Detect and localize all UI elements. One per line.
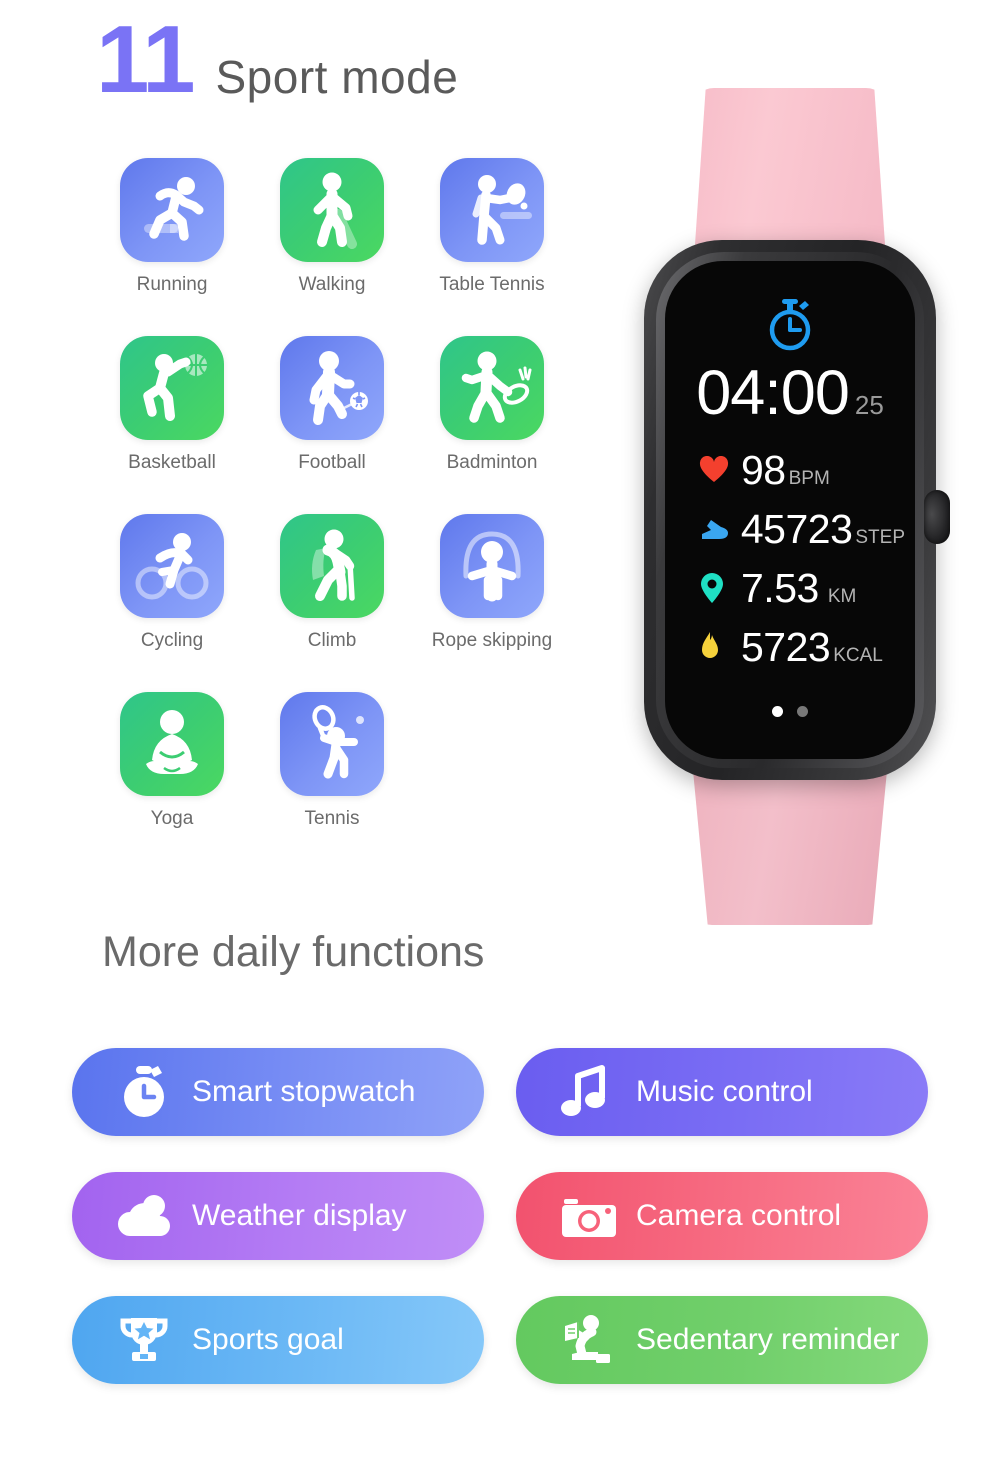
running-tile[interactable]	[120, 158, 224, 262]
metric-value: 7.53	[741, 565, 819, 611]
football-icon	[309, 351, 368, 425]
sport-label: Tennis	[304, 808, 360, 829]
sport-label: Cycling	[140, 630, 204, 651]
cloud-sun-icon	[116, 1192, 178, 1240]
shoe-icon	[699, 517, 741, 541]
walking-icon	[313, 172, 357, 249]
badminton-icon	[461, 351, 532, 423]
yoga-icon	[146, 710, 198, 774]
metric-unit: KCAL	[833, 645, 883, 666]
sport-item-table-tennis[interactable]: Table Tennis	[412, 158, 572, 336]
watch-screen[interactable]: 04:00 25 98 BPM 45723 STEP 7.53 KM 5723 …	[665, 261, 915, 759]
music-note-icon	[560, 1064, 622, 1120]
pill-label: Smart stopwatch	[192, 1075, 416, 1108]
metric-distance: 7.53 KM	[699, 565, 905, 611]
climb-icon	[312, 529, 355, 601]
sport-label: Climb	[307, 630, 357, 651]
metric-unit: STEP	[855, 527, 905, 548]
metric-value: 45723	[740, 506, 853, 552]
sport-modes-grid: Running Walking Table Tennis Basketball …	[92, 158, 572, 870]
walking-tile[interactable]	[280, 158, 384, 262]
rope-skipping-icon	[463, 531, 521, 602]
rope-skipping-tile[interactable]	[440, 514, 544, 618]
metric-heart-rate: 98 BPM	[699, 447, 905, 493]
smart-watch: 04:00 25 98 BPM 45723 STEP 7.53 KM 5723 …	[610, 60, 970, 925]
stopwatch-timer: 04:00 25	[665, 357, 915, 429]
page-dot-active[interactable]	[772, 706, 783, 717]
climb-tile[interactable]	[280, 514, 384, 618]
functions-section-title: More daily functions	[102, 928, 485, 976]
sport-label: Walking	[298, 274, 366, 295]
stopwatch-icon	[116, 1064, 178, 1120]
sport-label: Running	[136, 274, 208, 295]
metric-steps: 45723 STEP	[699, 506, 905, 552]
sport-label: Football	[298, 452, 366, 473]
sedentary-icon	[560, 1312, 622, 1368]
timer-value: 04:00	[696, 358, 850, 428]
pill-label: Weather display	[192, 1199, 407, 1232]
watch-side-button[interactable]	[924, 490, 950, 544]
function-pill-smart-stopwatch[interactable]: Smart stopwatch	[72, 1048, 484, 1136]
daily-functions-list: Smart stopwatch Music control Weather di…	[72, 1048, 928, 1384]
camera-icon	[560, 1193, 622, 1239]
stopwatch-icon	[769, 299, 811, 351]
sport-item-walking[interactable]: Walking	[252, 158, 412, 336]
sport-item-yoga[interactable]: Yoga	[92, 692, 252, 870]
sport-label: Yoga	[150, 808, 194, 829]
function-pill-sports-goal[interactable]: Sports goal	[72, 1296, 484, 1384]
section-number: 11	[96, 6, 195, 113]
sport-item-running[interactable]: Running	[92, 158, 252, 336]
basketball-tile[interactable]	[120, 336, 224, 440]
metric-value: 98	[741, 447, 786, 493]
function-pill-camera-control[interactable]: Camera control	[516, 1172, 928, 1260]
metric-calories: 5723 KCAL	[699, 624, 905, 670]
sport-item-basketball[interactable]: Basketball	[92, 336, 252, 514]
page-title: Sport mode	[215, 51, 459, 103]
flame-icon	[699, 631, 741, 663]
watch-band-bottom	[692, 760, 888, 925]
tennis-icon	[312, 705, 364, 779]
watch-metrics: 98 BPM 45723 STEP 7.53 KM 5723 KCAL	[699, 447, 905, 683]
pill-label: Music control	[636, 1075, 813, 1108]
metric-unit: KM	[827, 586, 857, 607]
pill-label: Camera control	[636, 1199, 842, 1232]
table-tennis-tile[interactable]	[440, 158, 544, 262]
location-icon	[699, 572, 741, 604]
football-tile[interactable]	[280, 336, 384, 440]
sport-label: Rope skipping	[431, 630, 553, 651]
metric-value: 5723	[741, 624, 831, 670]
function-pill-weather-display[interactable]: Weather display	[72, 1172, 484, 1260]
sport-label: Table Tennis	[439, 274, 545, 295]
pill-label: Sedentary reminder	[636, 1323, 900, 1356]
sport-item-cycling[interactable]: Cycling	[92, 514, 252, 692]
trophy-icon	[116, 1312, 178, 1368]
tennis-tile[interactable]	[280, 692, 384, 796]
basketball-icon	[143, 354, 207, 421]
yoga-tile[interactable]	[120, 692, 224, 796]
page-indicator-dots[interactable]	[772, 706, 808, 717]
page-dot-inactive[interactable]	[797, 706, 808, 717]
cycling-icon	[135, 533, 209, 600]
function-pill-sedentary-reminder[interactable]: Sedentary reminder	[516, 1296, 928, 1384]
table-tennis-icon	[472, 175, 532, 245]
sport-item-tennis[interactable]: Tennis	[252, 692, 412, 870]
sport-item-rope-skipping[interactable]: Rope skipping	[412, 514, 572, 692]
heart-icon	[699, 456, 741, 484]
badminton-tile[interactable]	[440, 336, 544, 440]
sport-label: Badminton	[446, 452, 538, 473]
function-pill-music-control[interactable]: Music control	[516, 1048, 928, 1136]
product-infographic-page: 11 Sport mode Running Walking Table Tenn…	[0, 0, 1000, 1475]
sport-label: Basketball	[128, 452, 216, 473]
cycling-tile[interactable]	[120, 514, 224, 618]
pill-label: Sports goal	[192, 1323, 344, 1356]
sport-item-football[interactable]: Football	[252, 336, 412, 514]
sport-item-badminton[interactable]: Badminton	[412, 336, 572, 514]
page-header: 11 Sport mode	[96, 6, 459, 113]
metric-unit: BPM	[788, 468, 830, 489]
sport-item-climb[interactable]: Climb	[252, 514, 412, 692]
watch-case: 04:00 25 98 BPM 45723 STEP 7.53 KM 5723 …	[644, 240, 950, 780]
timer-centiseconds: 25	[854, 390, 884, 420]
running-icon	[144, 177, 204, 241]
